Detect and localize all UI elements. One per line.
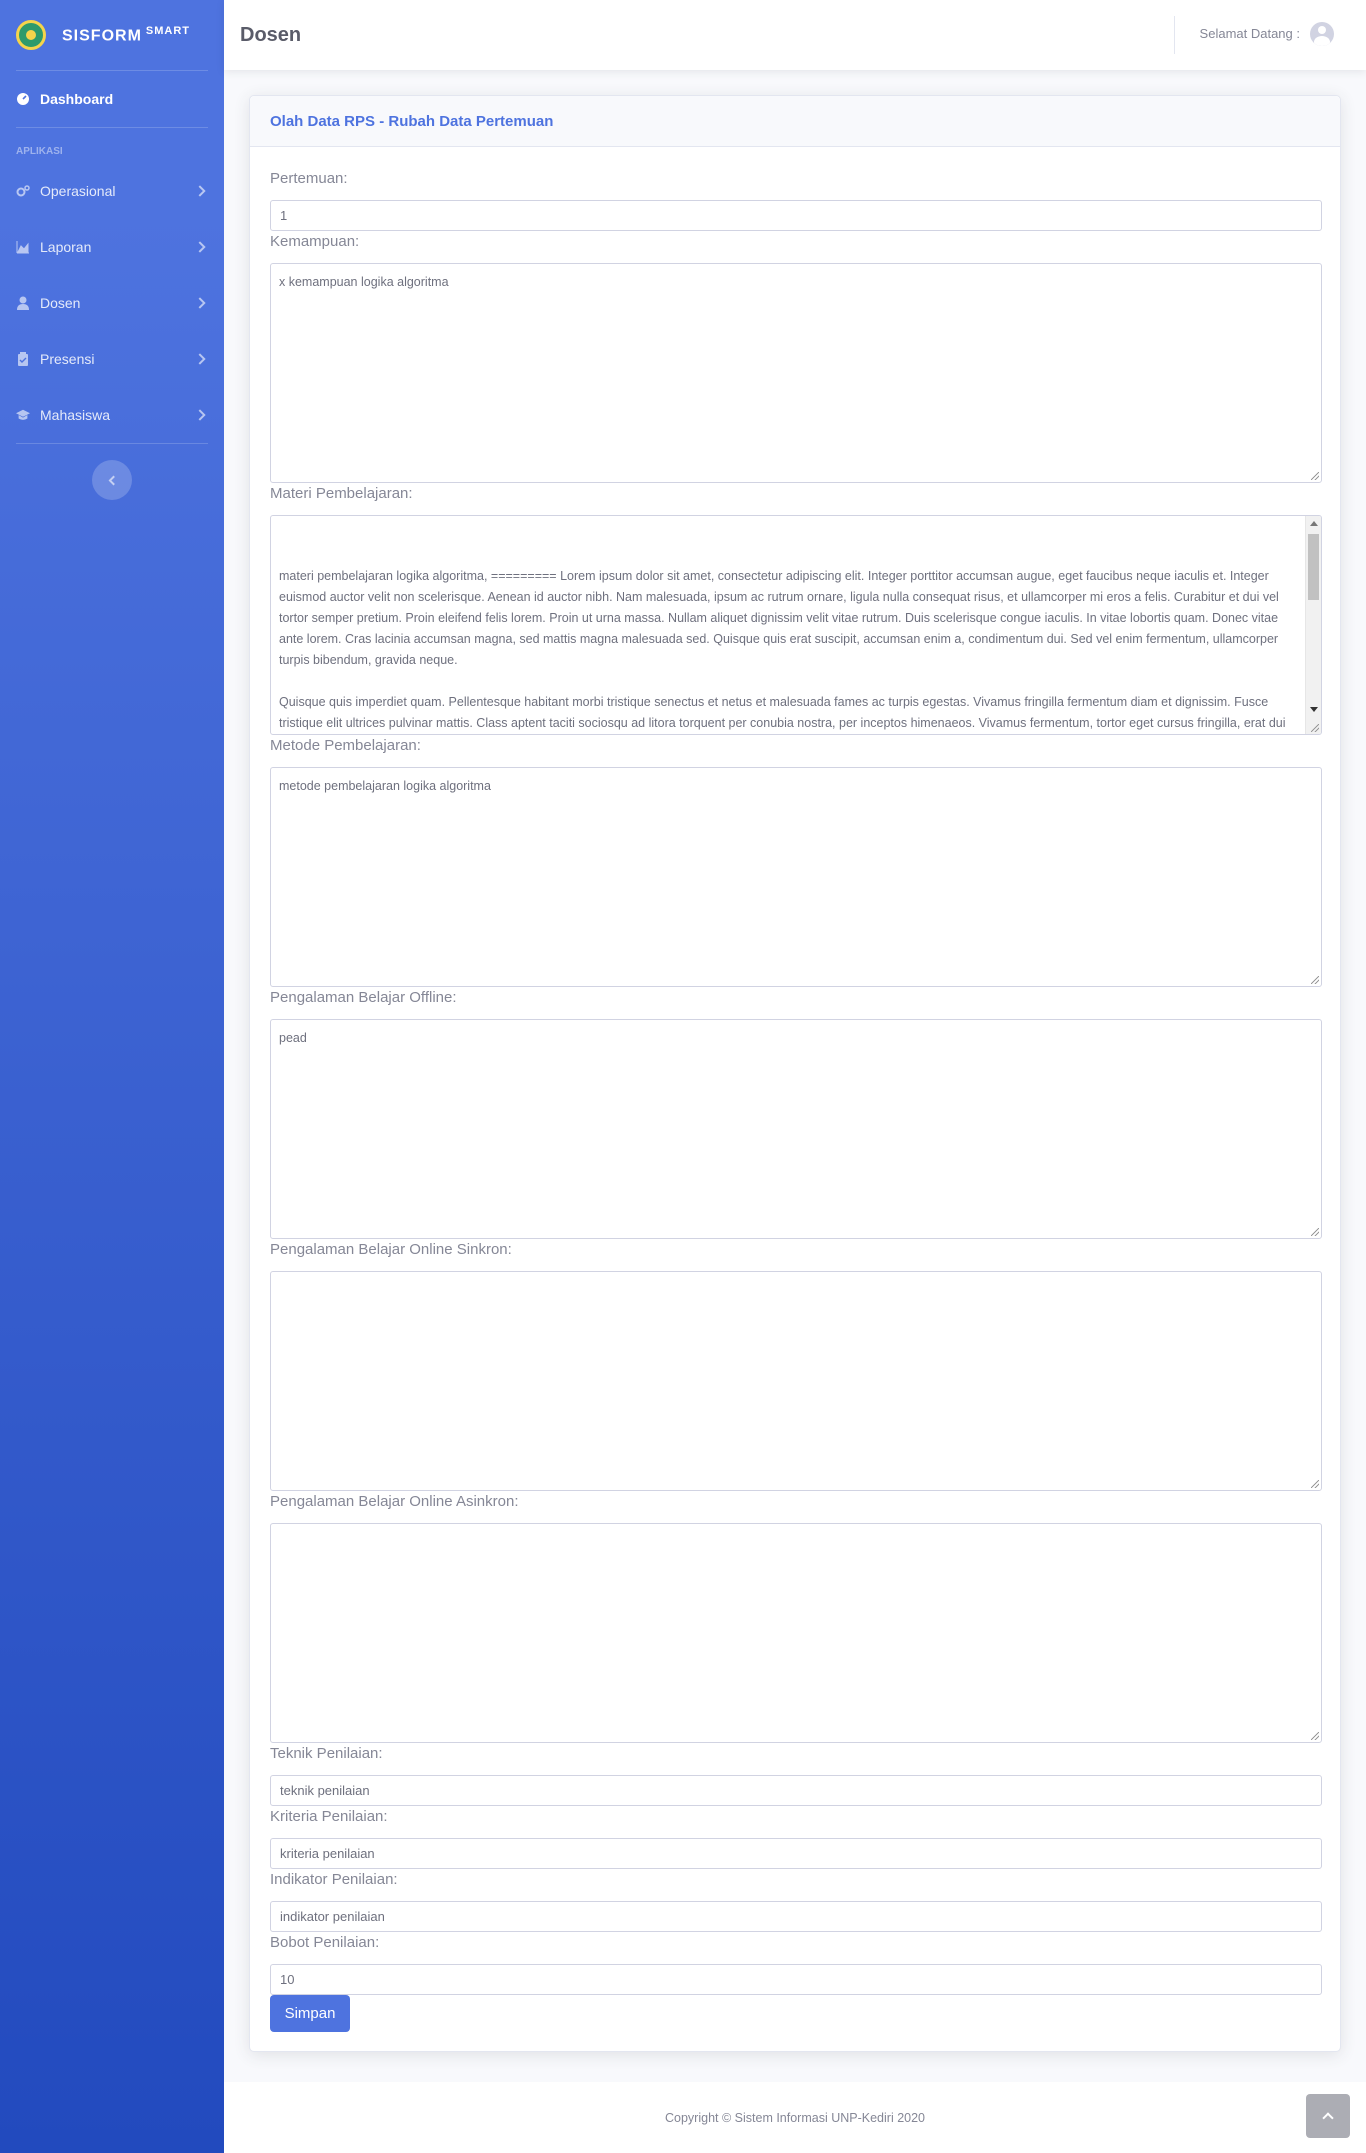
chevron-left-icon — [108, 475, 119, 485]
asinkron-label: Pengalaman Belajar Online Asinkron: — [270, 1493, 519, 1510]
chart-area-icon — [16, 240, 30, 254]
card-title: Olah Data RPS - Rubah Data Pertemuan — [270, 112, 554, 130]
teknik-label: Teknik Penilaian: — [270, 1745, 383, 1762]
sidebar-item-laporan[interactable]: Laporan — [0, 219, 224, 275]
scroll-down-icon[interactable] — [1310, 707, 1318, 712]
indikator-input[interactable]: indikator penilaian — [270, 1901, 1322, 1932]
sidebar-toggle-button[interactable] — [92, 460, 132, 500]
card-header: Olah Data RPS - Rubah Data Pertemuan — [250, 96, 1340, 147]
materi-scrollbar[interactable] — [1305, 516, 1321, 734]
kriteria-label: Kriteria Penilaian: — [270, 1808, 388, 1825]
sidebar: SISFORM SMART Dashboard APLIKASI Operasio… — [0, 0, 224, 2153]
footer: Copyright © Sistem Informasi UNP-Kediri … — [224, 2082, 1366, 2153]
chevron-right-icon — [194, 409, 206, 421]
asinkron-textarea[interactable] — [270, 1523, 1322, 1743]
chevron-up-icon — [1322, 2112, 1334, 2124]
sidebar-brand[interactable]: SISFORM SMART — [0, 0, 224, 70]
sidebar-item-mahasiswa[interactable]: Mahasiswa — [0, 387, 224, 443]
sidebar-divider — [16, 443, 208, 444]
sidebar-item-label: Laporan — [40, 239, 92, 255]
bobot-input[interactable]: 10 — [270, 1964, 1322, 1995]
brand-name: SISFORM SMART — [62, 25, 190, 45]
chevron-right-icon — [194, 185, 206, 197]
materi-textarea[interactable]: materi pembelajaran logika algoritma, ==… — [270, 515, 1322, 735]
brand-sup: SMART — [145, 24, 190, 37]
brand-name-text: SISFORM — [62, 27, 142, 45]
scroll-up-icon[interactable] — [1310, 521, 1318, 526]
sidebar-item-operasional[interactable]: Operasional — [0, 163, 224, 219]
kriteria-input[interactable]: kriteria penilaian — [270, 1838, 1322, 1869]
metode-label: Metode Pembelajaran: — [270, 737, 421, 754]
topbar: Dosen Selamat Datang : — [224, 0, 1366, 70]
metode-textarea[interactable]: metode pembelajaran logika algoritma — [270, 767, 1322, 987]
sinkron-label: Pengalaman Belajar Online Sinkron: — [270, 1241, 512, 1258]
teknik-input[interactable]: teknik penilaian — [270, 1775, 1322, 1806]
page-title: Dosen — [240, 23, 302, 46]
user-avatar-icon[interactable] — [1310, 22, 1334, 46]
sidebar-item-label: Mahasiswa — [40, 407, 111, 423]
sidebar-item-dashboard[interactable]: Dashboard — [0, 71, 224, 127]
chevron-right-icon — [194, 241, 206, 253]
brand-logo — [16, 20, 46, 50]
simpan-button[interactable]: Simpan — [270, 1995, 350, 2032]
chevron-right-icon — [194, 353, 206, 365]
copyright-text: Copyright © Sistem Informasi UNP-Kediri … — [665, 2110, 925, 2125]
kemampuan-textarea[interactable]: x kemampuan logika algoritma — [270, 263, 1322, 483]
offline-label: Pengalaman Belajar Offline: — [270, 989, 457, 1006]
scroll-thumb[interactable] — [1308, 534, 1319, 600]
topbar-divider — [1174, 16, 1175, 54]
sinkron-textarea[interactable] — [270, 1271, 1322, 1491]
graduation-cap-icon — [16, 408, 30, 422]
tachometer-icon — [16, 92, 30, 106]
pertemuan-label: Pertemuan: — [270, 170, 348, 187]
sidebar-item-dosen[interactable]: Dosen — [0, 275, 224, 331]
bobot-label: Bobot Penilaian: — [270, 1934, 380, 1951]
sidebar-heading: APLIKASI — [16, 146, 63, 157]
indikator-label: Indikator Penilaian: — [270, 1871, 398, 1888]
materi-label: Materi Pembelajaran: — [270, 485, 413, 502]
kemampuan-label: Kemampuan: — [270, 233, 360, 250]
offline-textarea[interactable]: pead — [270, 1019, 1322, 1239]
user-icon — [16, 296, 30, 310]
sidebar-item-label: Presensi — [40, 351, 95, 367]
sidebar-item-label: Dosen — [40, 295, 81, 311]
form-card: Olah Data RPS - Rubah Data Pertemuan Per… — [249, 95, 1341, 2052]
sidebar-item-label: Operasional — [40, 183, 116, 199]
materi-text: materi pembelajaran logika algoritma, ==… — [279, 569, 1286, 730]
clipboard-icon — [16, 352, 30, 366]
sidebar-item-label: Dashboard — [40, 91, 114, 107]
chevron-right-icon — [194, 297, 206, 309]
cogs-icon — [16, 184, 30, 198]
pertemuan-input[interactable]: 1 — [270, 200, 1322, 231]
scroll-to-top-button[interactable] — [1306, 2094, 1350, 2138]
welcome-text[interactable]: Selamat Datang : — [1200, 26, 1300, 41]
sidebar-item-presensi[interactable]: Presensi — [0, 331, 224, 387]
